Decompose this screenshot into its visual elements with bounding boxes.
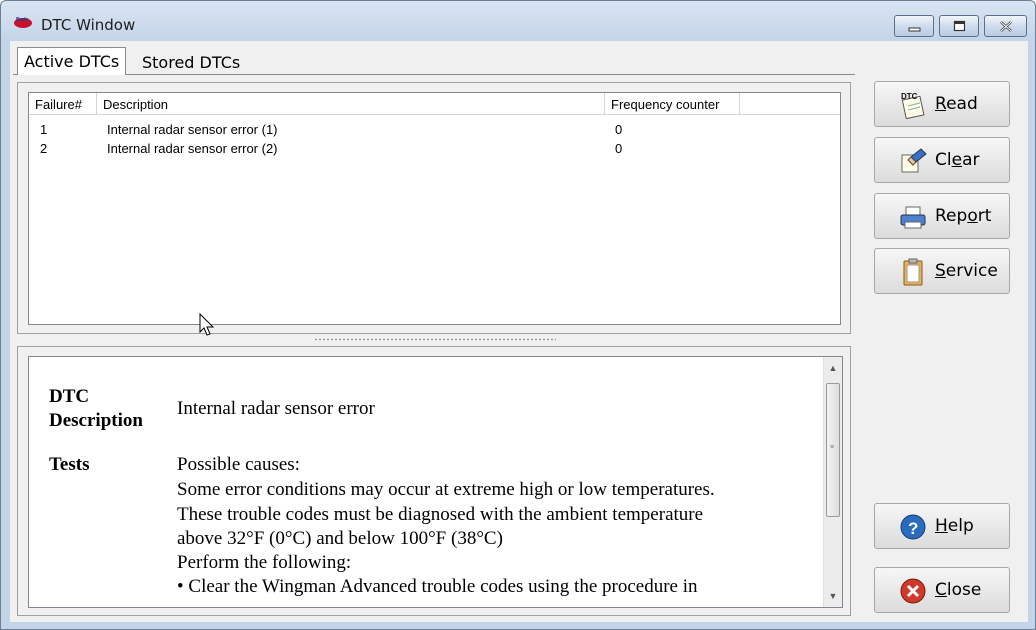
scroll-down-arrow-icon[interactable]: ▼ [824,587,842,605]
list-header: Failure# Description Frequency counter [29,93,840,115]
svg-text:DTC: DTC [901,92,918,101]
read-button[interactable]: DTC Read [874,81,1010,127]
svg-text:?: ? [908,519,918,538]
svg-text:Bndx: Bndx [16,17,29,23]
maximize-icon [953,20,966,32]
description-cell: Internal radar sensor error (2) [107,141,278,156]
column-header-frequency[interactable]: Frequency counter [605,93,740,115]
client-area: Active DTCs Stored DTCs Failure# Descrip… [10,41,1028,622]
dtc-list-panel: Failure# Description Frequency counter 1… [17,82,851,334]
scroll-thumb[interactable]: ≡ [826,383,840,517]
tests-label: Tests [49,454,90,475]
window-close-button[interactable] [984,15,1027,37]
dtc-list[interactable]: Failure# Description Frequency counter 1… [28,92,841,325]
failure-cell: 2 [40,141,48,156]
vertical-scrollbar[interactable]: ▲ ≡ ▼ [823,357,842,607]
tab-stored-dtcs[interactable]: Stored DTCs [136,49,246,77]
eraser-icon [901,148,927,173]
tests-line: Some error conditions may occur at extre… [177,479,715,500]
printer-icon [900,206,926,229]
report-button[interactable]: Report [874,193,1010,239]
report-button-label: Report [935,206,992,226]
frequency-cell: 0 [615,122,623,137]
help-icon: ? [900,514,926,540]
close-x-icon [1000,21,1012,32]
close-circle-icon [900,578,926,604]
details-view[interactable]: DTC Description Internal radar sensor er… [28,356,843,608]
tests-line: These trouble codes must be diagnosed wi… [177,504,704,525]
splitter-handle[interactable] [314,338,556,341]
details-panel: DTC Description Internal radar sensor er… [17,346,851,616]
help-button-label: Help [935,516,974,536]
scroll-grip-icon: ≡ [830,444,835,451]
clear-button[interactable]: Clear [874,137,1010,183]
failure-cell: 1 [40,122,48,137]
tab-active-dtcs[interactable]: Active DTCs [17,47,127,75]
mouse-pointer-icon [199,313,215,336]
tests-line: • Clear the Wingman Advanced trouble cod… [177,576,698,597]
read-button-label: Read [935,94,978,114]
close-button-label: Close [935,580,982,600]
service-button[interactable]: Service [874,248,1010,294]
table-row[interactable]: 2 Internal radar sensor error (2) 0 [29,140,840,159]
column-header-description[interactable]: Description [97,93,605,115]
scroll-up-arrow-icon[interactable]: ▲ [824,359,842,377]
window-title: DTC Window [41,16,136,34]
title-bar[interactable]: Bndx DTC Window [1,1,1035,41]
dtc-notepad-icon: DTC [901,92,925,119]
clipboard-icon [903,258,923,286]
clear-button-label: Clear [935,150,980,170]
description-cell: Internal radar sensor error (1) [107,122,278,137]
tests-line: Possible causes: [177,454,300,475]
tests-line: above 32°F (0°C) and below 100°F (38°C) [177,528,503,549]
help-button[interactable]: ? Help [874,503,1010,549]
dtc-description-value: Internal radar sensor error [177,398,375,419]
tests-line: Perform the following: [177,552,352,573]
service-button-label: Service [935,261,998,281]
close-button[interactable]: Close [874,567,1010,613]
table-row[interactable]: 1 Internal radar sensor error (1) 0 [29,121,840,140]
minimize-button[interactable] [894,15,934,37]
app-logo-icon: Bndx [14,17,32,28]
minimize-icon [908,27,921,32]
dtc-label-line1: DTC [49,386,90,407]
maximize-button[interactable] [939,15,979,37]
dtc-label-line2: Description [49,410,143,431]
column-header-failure[interactable]: Failure# [29,93,97,115]
dtc-window: Bndx DTC Window Active DTCs Stored DTCs … [0,0,1036,630]
frequency-cell: 0 [615,141,623,156]
